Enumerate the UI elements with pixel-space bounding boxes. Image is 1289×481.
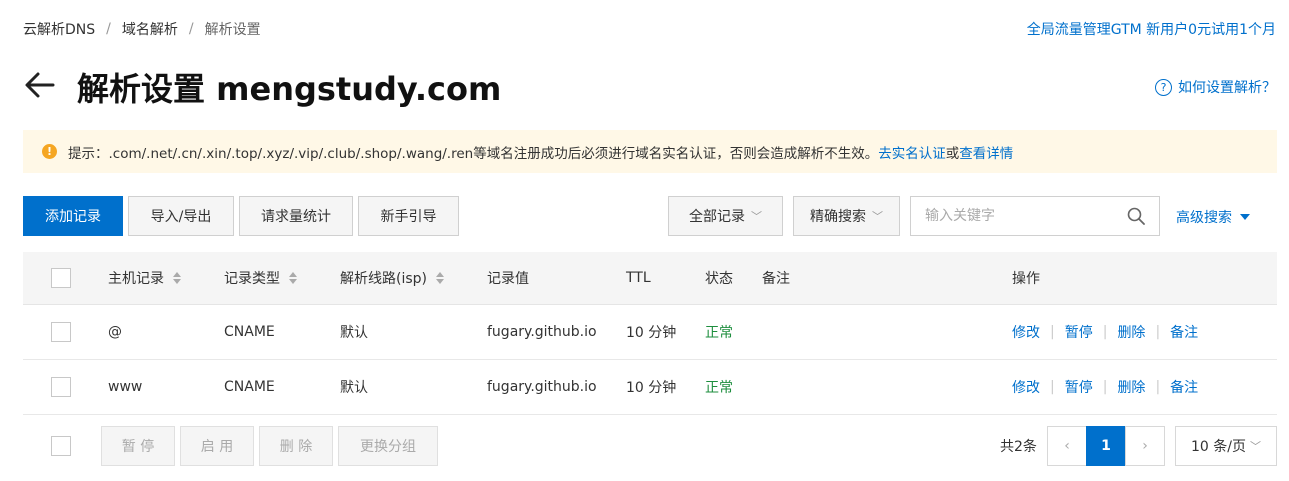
cell-status: 正常: [705, 325, 733, 341]
chevron-left-icon: ‹: [1064, 438, 1070, 454]
row-checkbox[interactable]: [51, 377, 71, 397]
cell-value: fugary.github.io: [487, 379, 597, 395]
realname-notice: ! 提示：.com/.net/.cn/.xin/.top/.xyz/.vip/.…: [23, 130, 1277, 173]
chevron-down-icon: ﹀: [1249, 440, 1261, 453]
remark-link[interactable]: 备注: [1170, 377, 1198, 397]
row-checkbox[interactable]: [51, 322, 71, 342]
table-header: 主机记录 记录类型 解析线路(isp) 记录值 TTL 状态 备注 操作: [23, 252, 1277, 305]
column-host[interactable]: 主机记录: [108, 252, 181, 304]
column-value: 记录值: [487, 271, 529, 287]
footer-select-all-checkbox[interactable]: [51, 436, 71, 456]
cell-line: 默认: [340, 380, 368, 396]
search-mode-value: 精确搜索: [810, 209, 866, 225]
cell-ttl: 10 分钟: [626, 325, 677, 341]
record-filter-value: 全部记录: [689, 209, 745, 225]
batch-delete-button[interactable]: 删 除: [259, 426, 333, 466]
table-row: @ CNAME 默认 fugary.github.io 10 分钟 正常 修改 |…: [23, 305, 1277, 360]
table-row: www CNAME 默认 fugary.github.io 10 分钟 正常 修…: [23, 360, 1277, 415]
delete-link[interactable]: 删除: [1117, 377, 1145, 397]
edit-link[interactable]: 修改: [1012, 322, 1040, 342]
search-box: [910, 196, 1160, 236]
cell-value: fugary.github.io: [487, 324, 597, 340]
cell-status: 正常: [705, 380, 733, 396]
page-title: 解析设置 mengstudy.com: [77, 70, 502, 108]
divider: |: [1102, 324, 1108, 340]
cell-line: 默认: [340, 325, 368, 341]
beginner-guide-button[interactable]: 新手引导: [358, 196, 459, 236]
change-group-button[interactable]: 更换分组: [338, 426, 438, 466]
page-size-select[interactable]: 10 条/页 ﹀: [1175, 426, 1277, 466]
search-mode-select[interactable]: 精确搜索 ﹀: [793, 196, 900, 236]
advanced-search-label: 高级搜索: [1176, 210, 1232, 226]
import-export-button[interactable]: 导入/导出: [128, 196, 234, 236]
divider: |: [1155, 379, 1161, 395]
notice-text: 提示：.com/.net/.cn/.xin/.top/.xyz/.vip/.cl…: [68, 145, 879, 162]
realname-auth-link[interactable]: 去实名认证: [878, 142, 946, 162]
divider: |: [1155, 324, 1161, 340]
column-type-label: 记录类型: [224, 271, 280, 287]
cell-host: @: [108, 324, 122, 340]
row-actions: 修改 | 暂停 | 删除 | 备注: [1012, 305, 1198, 359]
advanced-search-toggle[interactable]: 高级搜索: [1176, 207, 1250, 227]
row-actions: 修改 | 暂停 | 删除 | 备注: [1012, 360, 1198, 414]
sort-icon[interactable]: [173, 272, 181, 284]
divider: |: [1050, 379, 1055, 395]
notice-connector: 或: [945, 145, 960, 162]
records-table: 主机记录 记录类型 解析线路(isp) 记录值 TTL 状态 备注 操作 @ C…: [23, 252, 1277, 415]
pause-link[interactable]: 暂停: [1065, 322, 1093, 342]
delete-link[interactable]: 删除: [1117, 322, 1145, 342]
column-host-label: 主机记录: [108, 271, 164, 287]
breadcrumb-separator: /: [106, 21, 111, 37]
chevron-down-icon: ﹀: [872, 210, 883, 223]
help-link[interactable]: ? 如何设置解析？: [1155, 77, 1276, 97]
prev-page-button[interactable]: ‹: [1047, 426, 1087, 466]
column-line-label: 解析线路(isp): [340, 271, 427, 287]
sort-icon[interactable]: [289, 272, 297, 284]
cell-type: CNAME: [224, 324, 275, 340]
column-remark: 备注: [762, 271, 790, 287]
batch-enable-button[interactable]: 启 用: [180, 426, 254, 466]
sort-icon[interactable]: [436, 272, 444, 284]
cell-type: CNAME: [224, 379, 275, 395]
select-all-checkbox[interactable]: [51, 268, 71, 288]
caret-down-icon: [1240, 214, 1250, 220]
search-icon[interactable]: [1127, 207, 1145, 225]
breadcrumb-item-domains[interactable]: 域名解析: [122, 19, 178, 39]
search-input[interactable]: [911, 197, 1111, 235]
chevron-down-icon: ﹀: [751, 210, 762, 223]
breadcrumb-separator: /: [188, 21, 194, 37]
column-type[interactable]: 记录类型: [224, 252, 297, 304]
cell-host: www: [108, 379, 143, 395]
next-page-button[interactable]: ›: [1125, 426, 1165, 466]
divider: |: [1102, 379, 1108, 395]
cell-ttl: 10 分钟: [626, 380, 677, 396]
question-icon: ?: [1155, 78, 1172, 96]
column-line[interactable]: 解析线路(isp): [340, 252, 444, 304]
remark-link[interactable]: 备注: [1170, 322, 1198, 342]
gtm-promo-link[interactable]: 全局流量管理GTM 新用户0元试用1个月: [1027, 19, 1276, 39]
back-arrow-icon[interactable]: [23, 68, 57, 102]
page-1-button[interactable]: 1: [1086, 426, 1126, 466]
column-actions: 操作: [1012, 271, 1040, 287]
view-details-link[interactable]: 查看详情: [959, 142, 1013, 162]
column-status: 状态: [705, 271, 733, 287]
breadcrumb-item-dns[interactable]: 云解析DNS: [23, 19, 95, 39]
breadcrumb: 云解析DNS / 域名解析 / 解析设置: [23, 19, 261, 39]
request-stats-button[interactable]: 请求量统计: [239, 196, 353, 236]
total-count: 共2条: [1000, 439, 1037, 455]
pause-link[interactable]: 暂停: [1065, 377, 1093, 397]
chevron-right-icon: ›: [1142, 438, 1148, 454]
divider: |: [1050, 324, 1055, 340]
edit-link[interactable]: 修改: [1012, 377, 1040, 397]
help-link-label: 如何设置解析？: [1178, 80, 1276, 96]
record-filter-select[interactable]: 全部记录 ﹀: [668, 196, 783, 236]
warning-icon: !: [42, 144, 57, 159]
add-record-button[interactable]: 添加记录: [23, 196, 123, 236]
page-size-value: 10 条/页: [1191, 439, 1246, 455]
breadcrumb-item-current: 解析设置: [204, 22, 261, 38]
batch-pause-button[interactable]: 暂 停: [101, 426, 175, 466]
column-ttl: TTL: [626, 270, 651, 286]
